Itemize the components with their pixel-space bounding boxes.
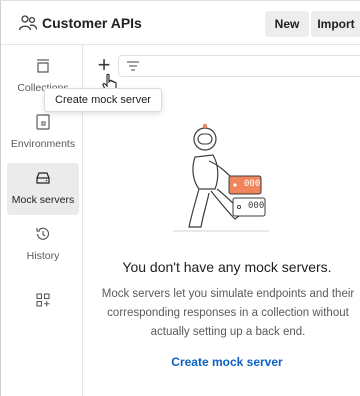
new-button[interactable]: New (265, 11, 309, 37)
filter-icon (127, 61, 139, 71)
workspace-header: Customer APIs New Import (1, 1, 360, 45)
workspace-title: Customer APIs (42, 15, 142, 31)
team-icon (18, 15, 38, 31)
add-widget-icon (36, 293, 50, 307)
sidebar-item-environments[interactable]: Environments (7, 107, 79, 159)
sidebar-item-label: Environments (10, 138, 76, 150)
sidebar-item-label: History (26, 250, 60, 262)
create-mock-tooltip: Create mock server (44, 88, 162, 112)
sidebar-item-configure[interactable] (7, 285, 79, 337)
astronaut-illustration (173, 123, 269, 232)
app-frame: Customer APIs New Import Collections Env… (0, 0, 360, 396)
collections-icon (37, 59, 49, 73)
filter-input[interactable] (118, 55, 360, 77)
sidebar-item-mock-servers[interactable]: Mock servers (7, 163, 79, 215)
sidebar-item-label: Mock servers (11, 194, 75, 206)
server-label-bottom: 000 (248, 201, 265, 211)
empty-state-description: Mock servers let you simulate endpoints … (101, 288, 355, 338)
create-mock-link[interactable]: Create mock server (93, 355, 360, 369)
server-label-top: 000 (244, 179, 261, 189)
mock-toolbar: + (84, 53, 360, 81)
mock-servers-icon (36, 172, 50, 184)
import-button[interactable]: Import (311, 11, 360, 37)
history-icon (36, 227, 50, 240)
environments-icon (36, 114, 50, 130)
empty-state-title: You don't have any mock servers. (122, 259, 332, 275)
sidebar-item-history[interactable]: History (7, 219, 79, 271)
